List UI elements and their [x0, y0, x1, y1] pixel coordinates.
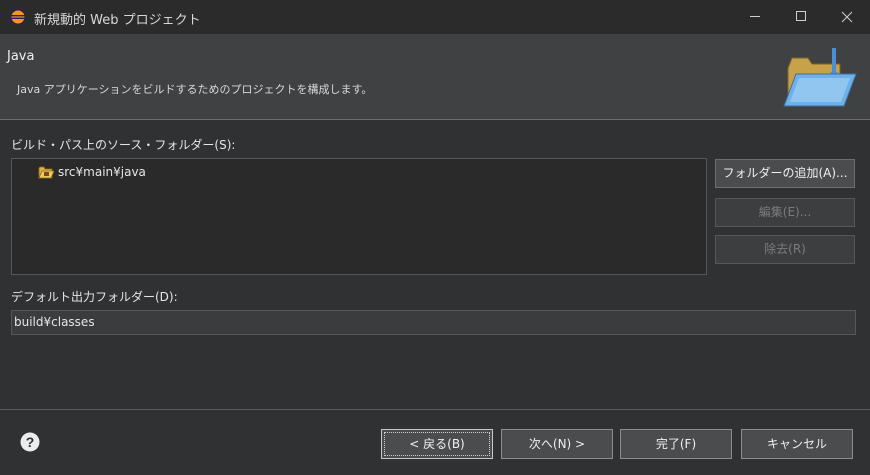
remove-button[interactable]: 除去(R) [715, 235, 855, 264]
tree-item-label: src¥main¥java [58, 165, 146, 179]
finish-button[interactable]: 完了(F) [620, 429, 732, 459]
minimize-button[interactable] [732, 0, 778, 34]
close-icon [841, 11, 853, 23]
output-folder-input[interactable]: build¥classes [11, 310, 856, 335]
open-folder-wizard-icon [783, 48, 857, 107]
svg-text:?: ? [26, 434, 35, 450]
window-titlebar: 新規動的 Web プロジェクト [0, 0, 870, 34]
cancel-button[interactable]: キャンセル [741, 429, 853, 459]
maximize-button[interactable] [778, 0, 824, 34]
wizard-header: Java Java アプリケーションをビルドするためのプロジェクトを構成します。 [0, 34, 870, 120]
source-folders-label: ビルド・パス上のソース・フォルダー(S): [11, 138, 236, 152]
minimize-icon [750, 16, 760, 17]
page-description: Java アプリケーションをビルドするためのプロジェクトを構成します。 [17, 83, 373, 96]
edit-button[interactable]: 編集(E)... [715, 198, 855, 227]
footer-divider [0, 409, 870, 410]
back-button[interactable]: < 戻る(B) [381, 429, 493, 459]
window-title: 新規動的 Web プロジェクト [34, 13, 201, 28]
close-button[interactable] [824, 0, 870, 34]
eclipse-icon [10, 9, 26, 25]
source-folder-icon [38, 166, 54, 179]
page-title: Java [7, 49, 35, 64]
add-folder-button[interactable]: フォルダーの追加(A)... [715, 159, 855, 188]
maximize-icon [796, 11, 806, 21]
output-folder-label: デフォルト出力フォルダー(D): [11, 290, 178, 304]
next-button[interactable]: 次へ(N) > [501, 429, 613, 459]
help-icon[interactable]: ? [20, 432, 40, 452]
source-folders-tree[interactable]: src¥main¥java [11, 158, 707, 275]
tree-item[interactable]: src¥main¥java [38, 163, 146, 181]
